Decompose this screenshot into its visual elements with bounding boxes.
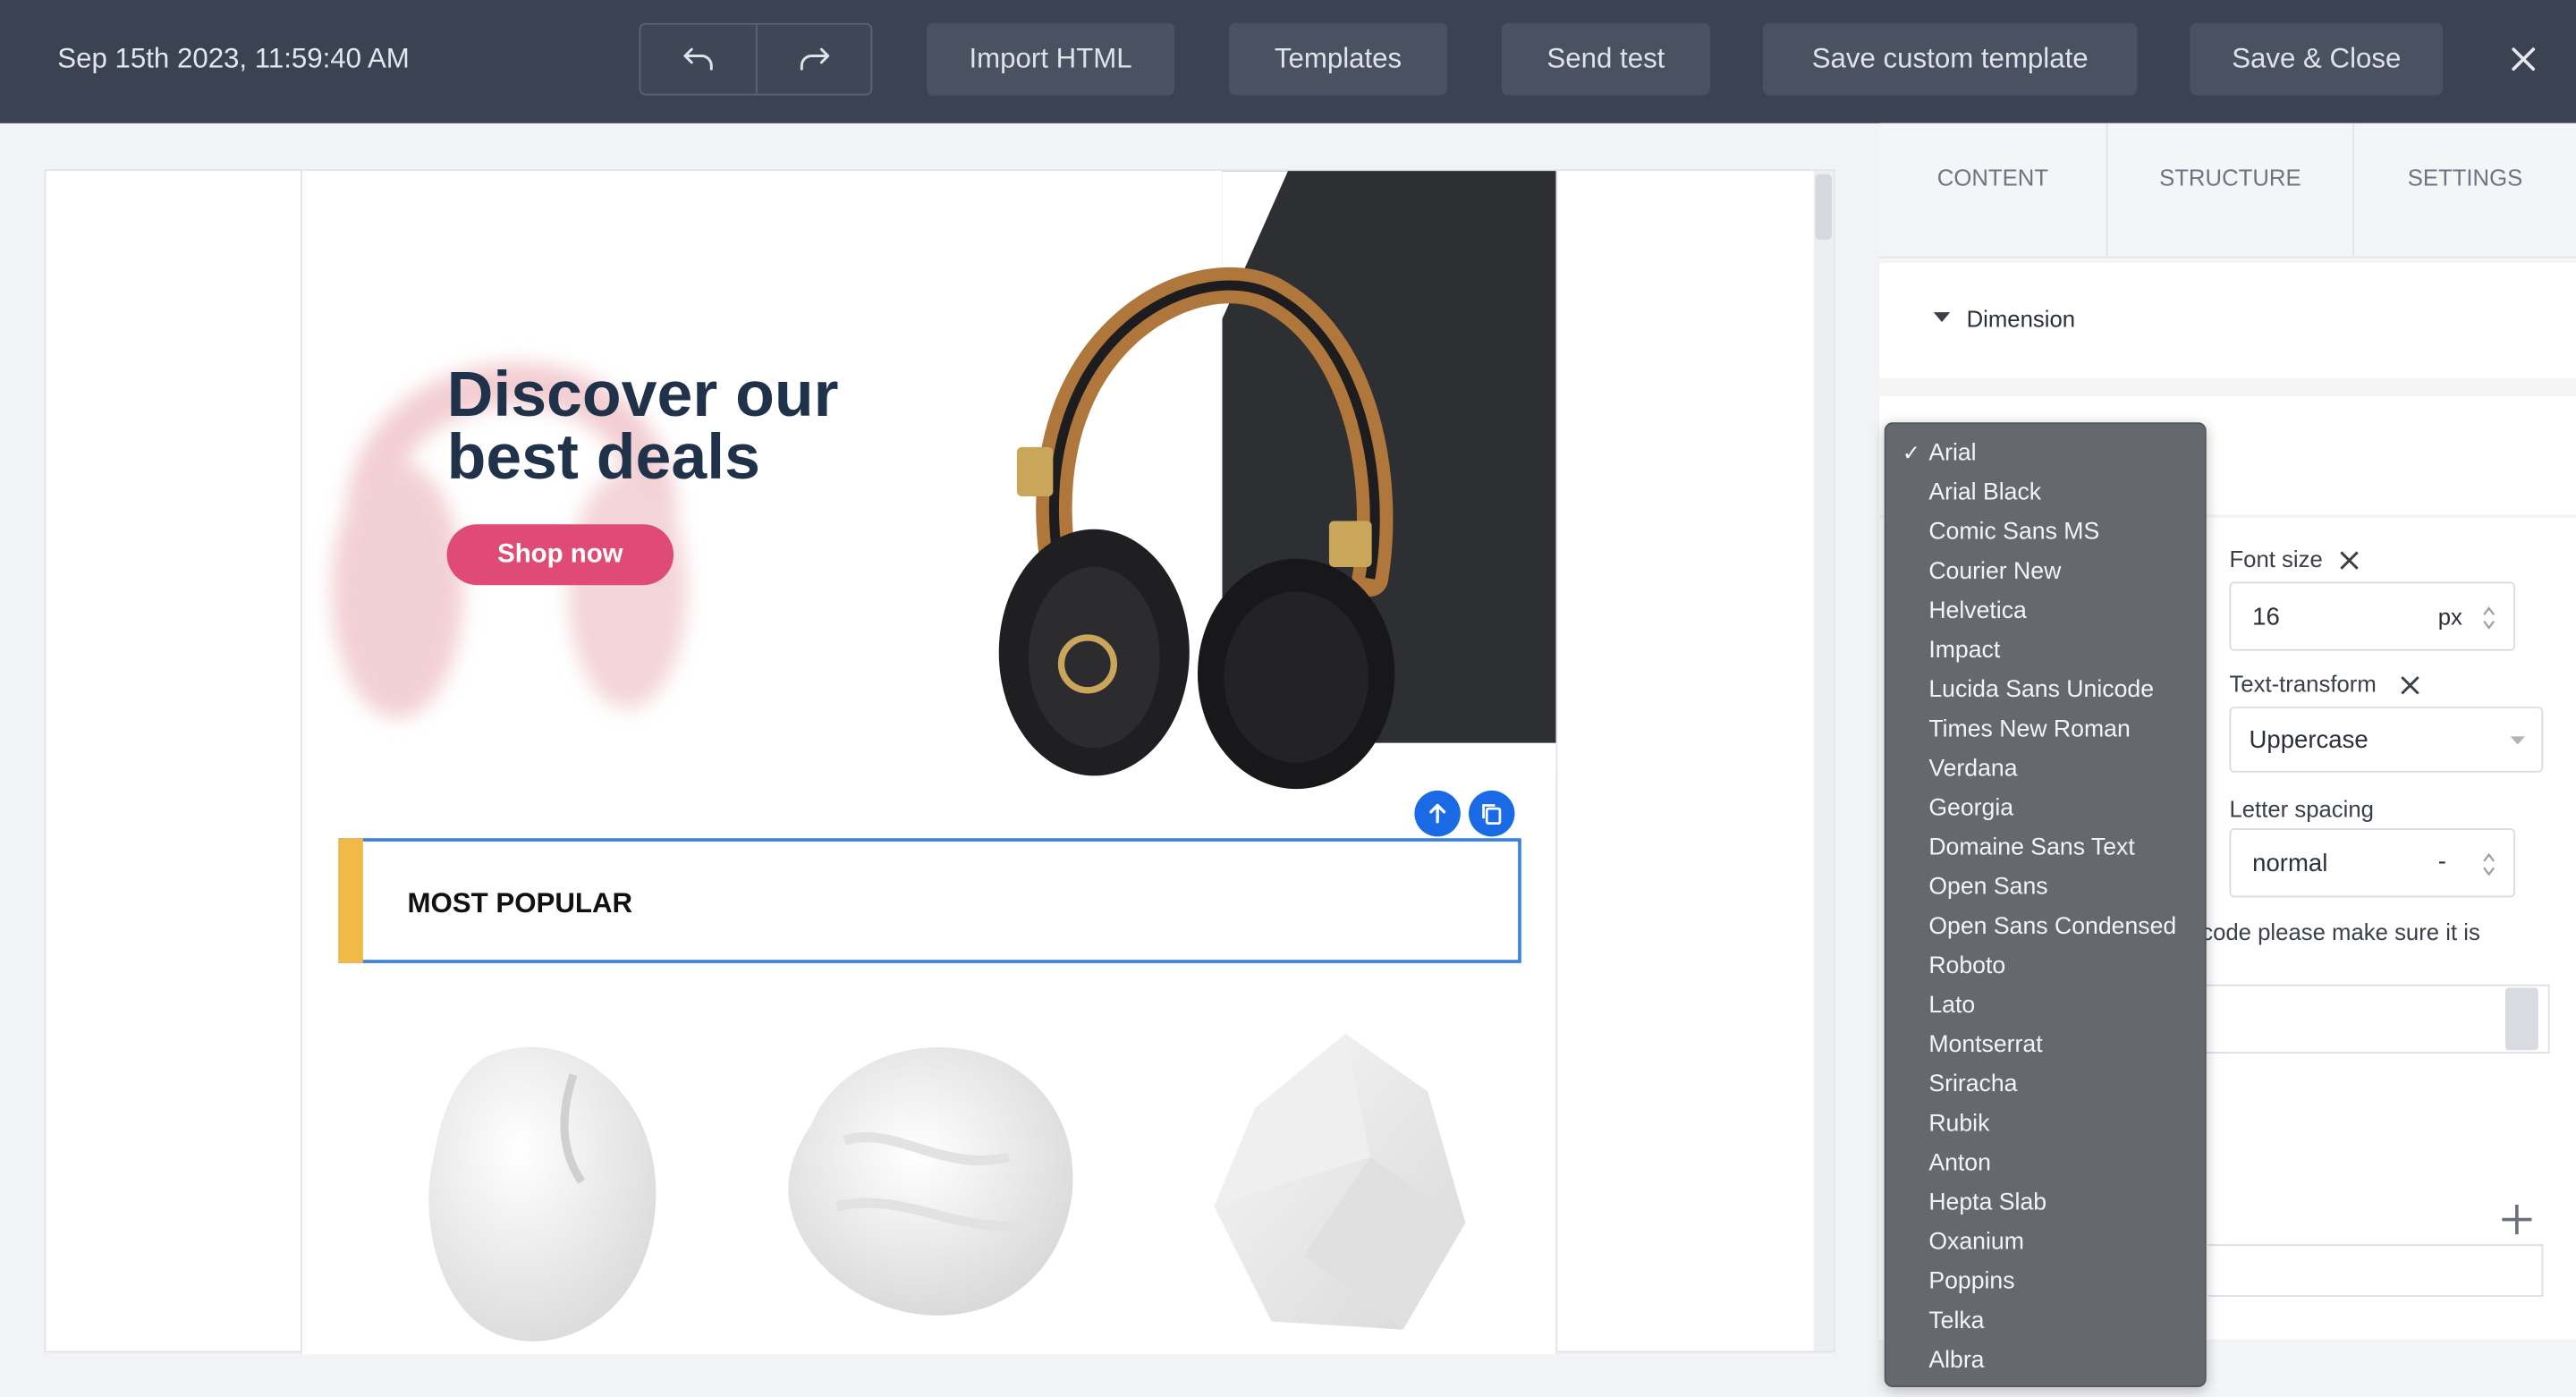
letter-spacing-value: normal bbox=[2252, 850, 2328, 878]
font-family-dropdown[interactable]: ✓ Arial Arial Black Comic Sans MS Courie… bbox=[1884, 422, 2207, 1387]
hero-block[interactable]: Discover our best deals Shop now bbox=[301, 171, 1556, 790]
undo-button[interactable] bbox=[640, 25, 756, 94]
font-option[interactable]: Times New Roman bbox=[1928, 710, 2130, 749]
close-editor-button[interactable] bbox=[2497, 33, 2550, 86]
dimension-label: Dimension bbox=[1966, 305, 2076, 333]
section-title: MOST POPULAR bbox=[407, 887, 633, 919]
font-option[interactable]: Georgia bbox=[1928, 789, 2013, 828]
hero-headline: Discover our best deals bbox=[446, 360, 839, 494]
font-size-unit: px bbox=[2437, 603, 2462, 630]
import-html-button[interactable]: Import HTML bbox=[926, 22, 1175, 96]
headline-line-1: Discover our bbox=[446, 360, 839, 431]
reset-font-size-icon[interactable] bbox=[2338, 549, 2361, 572]
duplicate-button[interactable] bbox=[1469, 790, 1515, 837]
canvas-scrollbar-thumb[interactable] bbox=[1815, 174, 1832, 241]
letter-spacing-label: Letter spacing bbox=[2229, 795, 2374, 822]
bottom-input-field[interactable] bbox=[2207, 1244, 2544, 1297]
font-option[interactable]: Poppins bbox=[1928, 1262, 2014, 1301]
font-option[interactable]: Verdana bbox=[1928, 749, 2017, 789]
chevron-down-icon bbox=[2510, 736, 2526, 745]
copy-icon bbox=[1482, 804, 1502, 826]
arrow-up-icon bbox=[1429, 803, 1446, 824]
product-image-2 bbox=[788, 1046, 1073, 1316]
font-option[interactable]: Open Sans Condensed bbox=[1928, 907, 2176, 946]
font-option[interactable]: Anton bbox=[1928, 1144, 1991, 1183]
font-option[interactable]: Montserrat bbox=[1928, 1026, 2042, 1065]
font-option[interactable]: Albra bbox=[1928, 1342, 1984, 1381]
font-option[interactable]: Hepta Slab bbox=[1928, 1183, 2046, 1223]
caret-down-icon bbox=[1933, 312, 1951, 323]
dimension-section[interactable]: Dimension bbox=[1879, 263, 2576, 378]
font-option[interactable]: Domaine Sans Text bbox=[1928, 828, 2134, 868]
tab-content[interactable]: CONTENT bbox=[1879, 123, 2106, 258]
headline-line-2: best deals bbox=[446, 422, 760, 494]
selected-text-block[interactable]: MOST POPULAR bbox=[338, 838, 1521, 963]
custom-code-field[interactable] bbox=[2201, 984, 2550, 1054]
save-custom-template-button[interactable]: Save custom template bbox=[1762, 22, 2138, 96]
email-body: Discover our best deals Shop now MOST PO… bbox=[301, 171, 1558, 1355]
font-option[interactable]: Rubik bbox=[1928, 1105, 1989, 1144]
font-option[interactable]: Roboto bbox=[1928, 946, 2005, 986]
canvas-scrollbar[interactable] bbox=[1813, 171, 1834, 1351]
font-option[interactable]: Comic Sans MS bbox=[1928, 512, 2099, 552]
text-transform-label: Text-transform bbox=[2229, 670, 2377, 698]
send-test-button[interactable]: Send test bbox=[1501, 22, 1711, 96]
font-option[interactable]: Helvetica bbox=[1928, 592, 2027, 631]
letter-spacing-unit: - bbox=[2437, 848, 2446, 876]
font-option[interactable]: Oxanium bbox=[1928, 1223, 2024, 1262]
move-up-button[interactable] bbox=[1414, 790, 1461, 837]
redo-button[interactable] bbox=[758, 25, 873, 94]
font-option[interactable]: Impact bbox=[1928, 631, 2000, 671]
letter-spacing-input[interactable]: normal - bbox=[2229, 828, 2516, 898]
undo-redo-group bbox=[639, 22, 873, 96]
product-image-1 bbox=[428, 1046, 657, 1342]
stepper-icon[interactable] bbox=[2482, 605, 2496, 631]
font-option[interactable]: Arial bbox=[1928, 434, 1976, 473]
font-option[interactable]: Lucida Sans Unicode bbox=[1928, 671, 2154, 710]
panel-tabs: CONTENT STRUCTURE SETTINGS bbox=[1879, 123, 2576, 258]
plus-icon[interactable] bbox=[2501, 1203, 2534, 1236]
headphones-image bbox=[998, 267, 1395, 790]
reset-text-transform-icon[interactable] bbox=[2399, 673, 2422, 697]
save-timestamp: Sep 15th 2023, 11:59:40 AM bbox=[57, 42, 410, 74]
undo-icon bbox=[683, 47, 713, 71]
close-icon bbox=[2512, 47, 2536, 72]
stepper-icon[interactable] bbox=[2482, 851, 2496, 877]
field-scroll-thumb[interactable] bbox=[2505, 987, 2538, 1051]
product-image-3 bbox=[1214, 1033, 1466, 1330]
templates-button[interactable]: Templates bbox=[1228, 22, 1448, 96]
font-option[interactable]: Courier New bbox=[1928, 552, 2061, 591]
top-toolbar: Sep 15th 2023, 11:59:40 AM Import HTML T… bbox=[0, 0, 2576, 123]
accent-bar bbox=[338, 838, 363, 963]
redo-icon bbox=[800, 47, 830, 71]
text-transform-value: Uppercase bbox=[2249, 726, 2368, 755]
font-option[interactable]: Sriracha bbox=[1928, 1065, 2017, 1105]
font-size-input[interactable]: 16 px bbox=[2229, 581, 2516, 651]
font-option[interactable]: Arial Black bbox=[1928, 473, 2041, 512]
font-option[interactable]: Lato bbox=[1928, 986, 1975, 1026]
checkmark-icon: ✓ bbox=[1902, 440, 1920, 466]
tab-settings[interactable]: SETTINGS bbox=[2354, 123, 2576, 258]
text-transform-select[interactable]: Uppercase bbox=[2229, 707, 2544, 773]
font-option[interactable]: Open Sans bbox=[1928, 868, 2047, 907]
tab-structure[interactable]: STRUCTURE bbox=[2108, 123, 2353, 258]
font-size-value: 16 bbox=[2252, 603, 2280, 631]
font-option[interactable]: Telka bbox=[1928, 1301, 1984, 1341]
editor-window: Sep 15th 2023, 11:59:40 AM Import HTML T… bbox=[0, 0, 2576, 1397]
save-and-close-button[interactable]: Save & Close bbox=[2190, 22, 2444, 96]
blurred-headphones-image bbox=[332, 362, 687, 719]
font-size-label: Font size bbox=[2229, 546, 2323, 572]
shop-now-button[interactable]: Shop now bbox=[446, 524, 674, 586]
custom-code-note: code please make sure it is bbox=[2201, 919, 2480, 945]
